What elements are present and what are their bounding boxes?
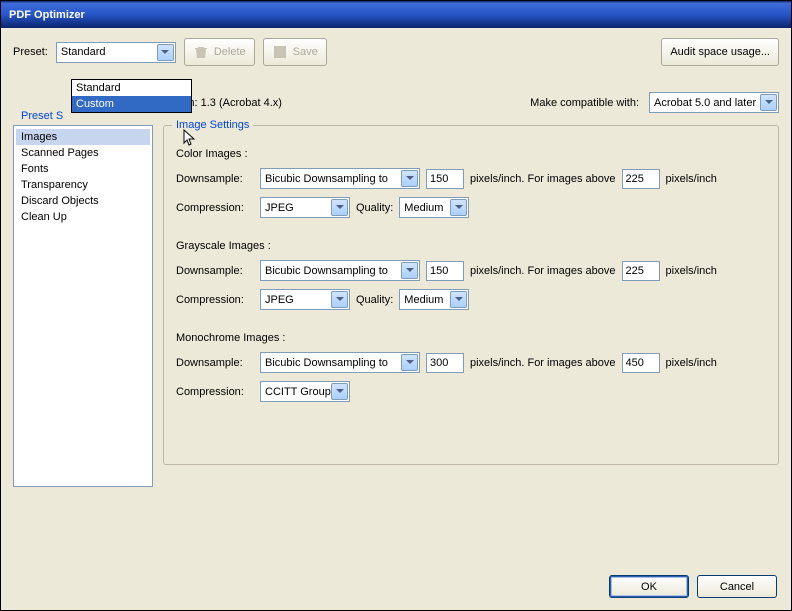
gray-compression-row: Compression: JPEG Quality: Medium — [176, 289, 766, 310]
downsample-label: Downsample: — [176, 265, 254, 277]
mono-dpi-input[interactable] — [426, 353, 464, 373]
color-images-header: Color Images : — [176, 148, 766, 160]
category-sidebar: Images Scanned Pages Fonts Transparency … — [13, 125, 153, 487]
chevron-down-icon — [401, 170, 418, 187]
preset-option-custom[interactable]: Custom — [72, 96, 191, 112]
compat-value: Acrobat 5.0 and later — [654, 97, 756, 109]
top-row: Preset: Standard Delete Save Audit space… — [13, 38, 779, 66]
gray-threshold-input[interactable] — [622, 261, 660, 281]
chevron-down-icon — [450, 291, 467, 308]
chevron-down-icon — [331, 291, 348, 308]
gray-downsample-row: Downsample: Bicubic Downsampling to pixe… — [176, 260, 766, 281]
compat-combo[interactable]: Acrobat 5.0 and later — [649, 92, 779, 113]
sidebar-item-transparency[interactable]: Transparency — [16, 177, 150, 193]
color-quality-combo[interactable]: Medium — [399, 197, 469, 218]
save-label: Save — [293, 46, 318, 58]
sidebar-item-fonts[interactable]: Fonts — [16, 161, 150, 177]
floppy-icon — [272, 44, 288, 60]
save-button[interactable]: Save — [263, 38, 327, 66]
px-label-2: pixels/inch — [666, 173, 717, 185]
px-label-1: pixels/inch. For images above — [470, 357, 616, 369]
color-downsample-combo[interactable]: Bicubic Downsampling to — [260, 168, 420, 189]
px-label-1: pixels/inch. For images above — [470, 265, 616, 277]
ok-button[interactable]: OK — [609, 575, 689, 598]
preset-option-standard[interactable]: Standard — [72, 80, 191, 96]
mono-threshold-input[interactable] — [622, 353, 660, 373]
dialog-buttons: OK Cancel — [609, 575, 777, 598]
downsample-label: Downsample: — [176, 357, 254, 369]
main-columns: Images Scanned Pages Fonts Transparency … — [13, 125, 779, 487]
px-label-2: pixels/inch — [666, 265, 717, 277]
preset-combo-value: Standard — [61, 46, 106, 58]
mono-compression-combo[interactable]: CCITT Group 4 — [260, 381, 350, 402]
delete-label: Delete — [214, 46, 246, 58]
chevron-down-icon — [450, 199, 467, 216]
sidebar-item-images[interactable]: Images — [16, 129, 150, 145]
chevron-down-icon — [331, 199, 348, 216]
color-threshold-input[interactable] — [622, 169, 660, 189]
gray-downsample-combo[interactable]: Bicubic Downsampling to — [260, 260, 420, 281]
settings-panel: Image Settings Color Images : Downsample… — [163, 125, 779, 487]
color-dpi-input[interactable] — [426, 169, 464, 189]
sidebar-item-clean-up[interactable]: Clean Up — [16, 209, 150, 225]
preset-dropdown-list[interactable]: Standard Custom — [71, 79, 192, 113]
audit-space-button[interactable]: Audit space usage... — [661, 38, 779, 66]
mono-downsample-combo[interactable]: Bicubic Downsampling to — [260, 352, 420, 373]
chevron-down-icon — [331, 383, 348, 400]
window-title: PDF Optimizer — [9, 9, 85, 21]
sidebar-item-scanned-pages[interactable]: Scanned Pages — [16, 145, 150, 161]
color-compression-row: Compression: JPEG Quality: Medium — [176, 197, 766, 218]
delete-button[interactable]: Delete — [184, 38, 255, 66]
sidebar-item-discard-objects[interactable]: Discard Objects — [16, 193, 150, 209]
gray-quality-combo[interactable]: Medium — [399, 289, 469, 310]
chevron-down-icon — [401, 262, 418, 279]
preset-settings-label: Preset S — [21, 110, 63, 122]
compression-label: Compression: — [176, 202, 254, 214]
chevron-down-icon — [760, 94, 777, 111]
mono-downsample-row: Downsample: Bicubic Downsampling to pixe… — [176, 352, 766, 373]
grayscale-images-header: Grayscale Images : — [176, 240, 766, 252]
dialog-window: PDF Optimizer Preset: Standard Delete Sa… — [0, 0, 792, 611]
gray-compression-combo[interactable]: JPEG — [260, 289, 350, 310]
image-settings-legend: Image Settings — [172, 119, 253, 131]
compression-label: Compression: — [176, 386, 254, 398]
gray-dpi-input[interactable] — [426, 261, 464, 281]
cancel-button[interactable]: Cancel — [697, 575, 777, 598]
color-downsample-row: Downsample: Bicubic Downsampling to pixe… — [176, 168, 766, 189]
chevron-down-icon — [157, 44, 174, 61]
color-compression-combo[interactable]: JPEG — [260, 197, 350, 218]
downsample-label: Downsample: — [176, 173, 254, 185]
preset-label: Preset: — [13, 46, 48, 58]
quality-label: Quality: — [356, 294, 393, 306]
mono-images-header: Monochrome Images : — [176, 332, 766, 344]
compat-label: Make compatible with: — [530, 97, 639, 109]
preset-combo[interactable]: Standard — [56, 42, 176, 63]
image-settings-group: Image Settings Color Images : Downsample… — [163, 125, 779, 465]
compression-label: Compression: — [176, 294, 254, 306]
client-area: Preset: Standard Delete Save Audit space… — [1, 28, 791, 610]
trash-icon — [193, 44, 209, 60]
chevron-down-icon — [401, 354, 418, 371]
px-label-1: pixels/inch. For images above — [470, 173, 616, 185]
px-label-2: pixels/inch — [666, 357, 717, 369]
title-bar: PDF Optimizer — [1, 1, 791, 28]
quality-label: Quality: — [356, 202, 393, 214]
audit-label: Audit space usage... — [670, 46, 770, 58]
mono-compression-row: Compression: CCITT Group 4 — [176, 381, 766, 402]
